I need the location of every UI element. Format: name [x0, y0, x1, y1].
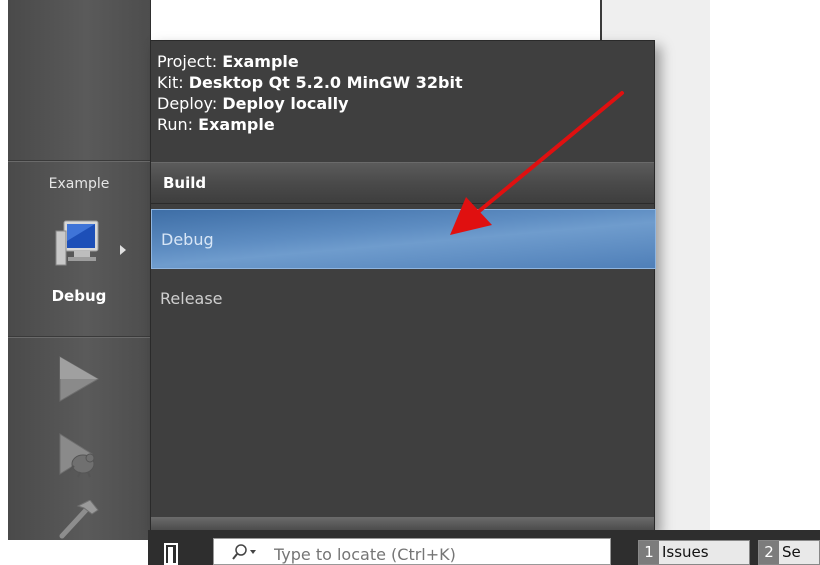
- debug-run-icon[interactable]: [56, 432, 102, 484]
- run-icon[interactable]: [56, 355, 102, 407]
- build-option-release[interactable]: Release: [151, 269, 654, 327]
- search-icon[interactable]: [232, 544, 260, 564]
- popup-bottom-edge: [151, 517, 654, 531]
- editor-right-area: [710, 0, 820, 530]
- build-hammer-icon[interactable]: [56, 499, 102, 544]
- run-line: Run: Example: [157, 115, 275, 134]
- deploy-line: Deploy: Deploy locally: [157, 94, 349, 113]
- sidebar-build-mode: Debug: [51, 287, 107, 305]
- chevron-right-icon[interactable]: [120, 240, 128, 259]
- computer-monitor-icon[interactable]: [54, 219, 110, 275]
- locator-box[interactable]: [213, 538, 611, 565]
- sidebar-divider: [8, 161, 150, 162]
- sidebar-divider: [8, 337, 150, 338]
- build-option-label: Debug: [161, 230, 214, 249]
- kit-value: Desktop Qt 5.2.0 MinGW 32bit: [188, 73, 463, 92]
- run-value: Example: [198, 115, 275, 134]
- project-info: Project: Example Kit: Desktop Qt 5.2.0 M…: [157, 51, 463, 135]
- deploy-value: Deploy locally: [222, 94, 349, 113]
- editor-area-top: [148, 0, 601, 44]
- build-option-label: Release: [160, 289, 223, 308]
- project-line: Project: Example: [157, 52, 299, 71]
- tab-number: 1: [639, 541, 659, 564]
- toggle-sidebar-button[interactable]: [164, 543, 178, 565]
- sidebar-project-name: Example: [48, 176, 110, 192]
- tab-issues[interactable]: 1 Issues: [638, 540, 750, 565]
- locator-input[interactable]: [272, 541, 606, 564]
- build-header-label: Build: [163, 174, 207, 192]
- project-value: Example: [222, 52, 299, 71]
- kit-line: Kit: Desktop Qt 5.2.0 MinGW 32bit: [157, 73, 463, 92]
- tab-label: Issues: [662, 543, 709, 561]
- tab-label: Se: [782, 543, 801, 561]
- tab-search-results[interactable]: 2 Se: [758, 540, 820, 565]
- annotation-arrow-icon: [430, 85, 630, 249]
- tab-number: 2: [759, 541, 779, 564]
